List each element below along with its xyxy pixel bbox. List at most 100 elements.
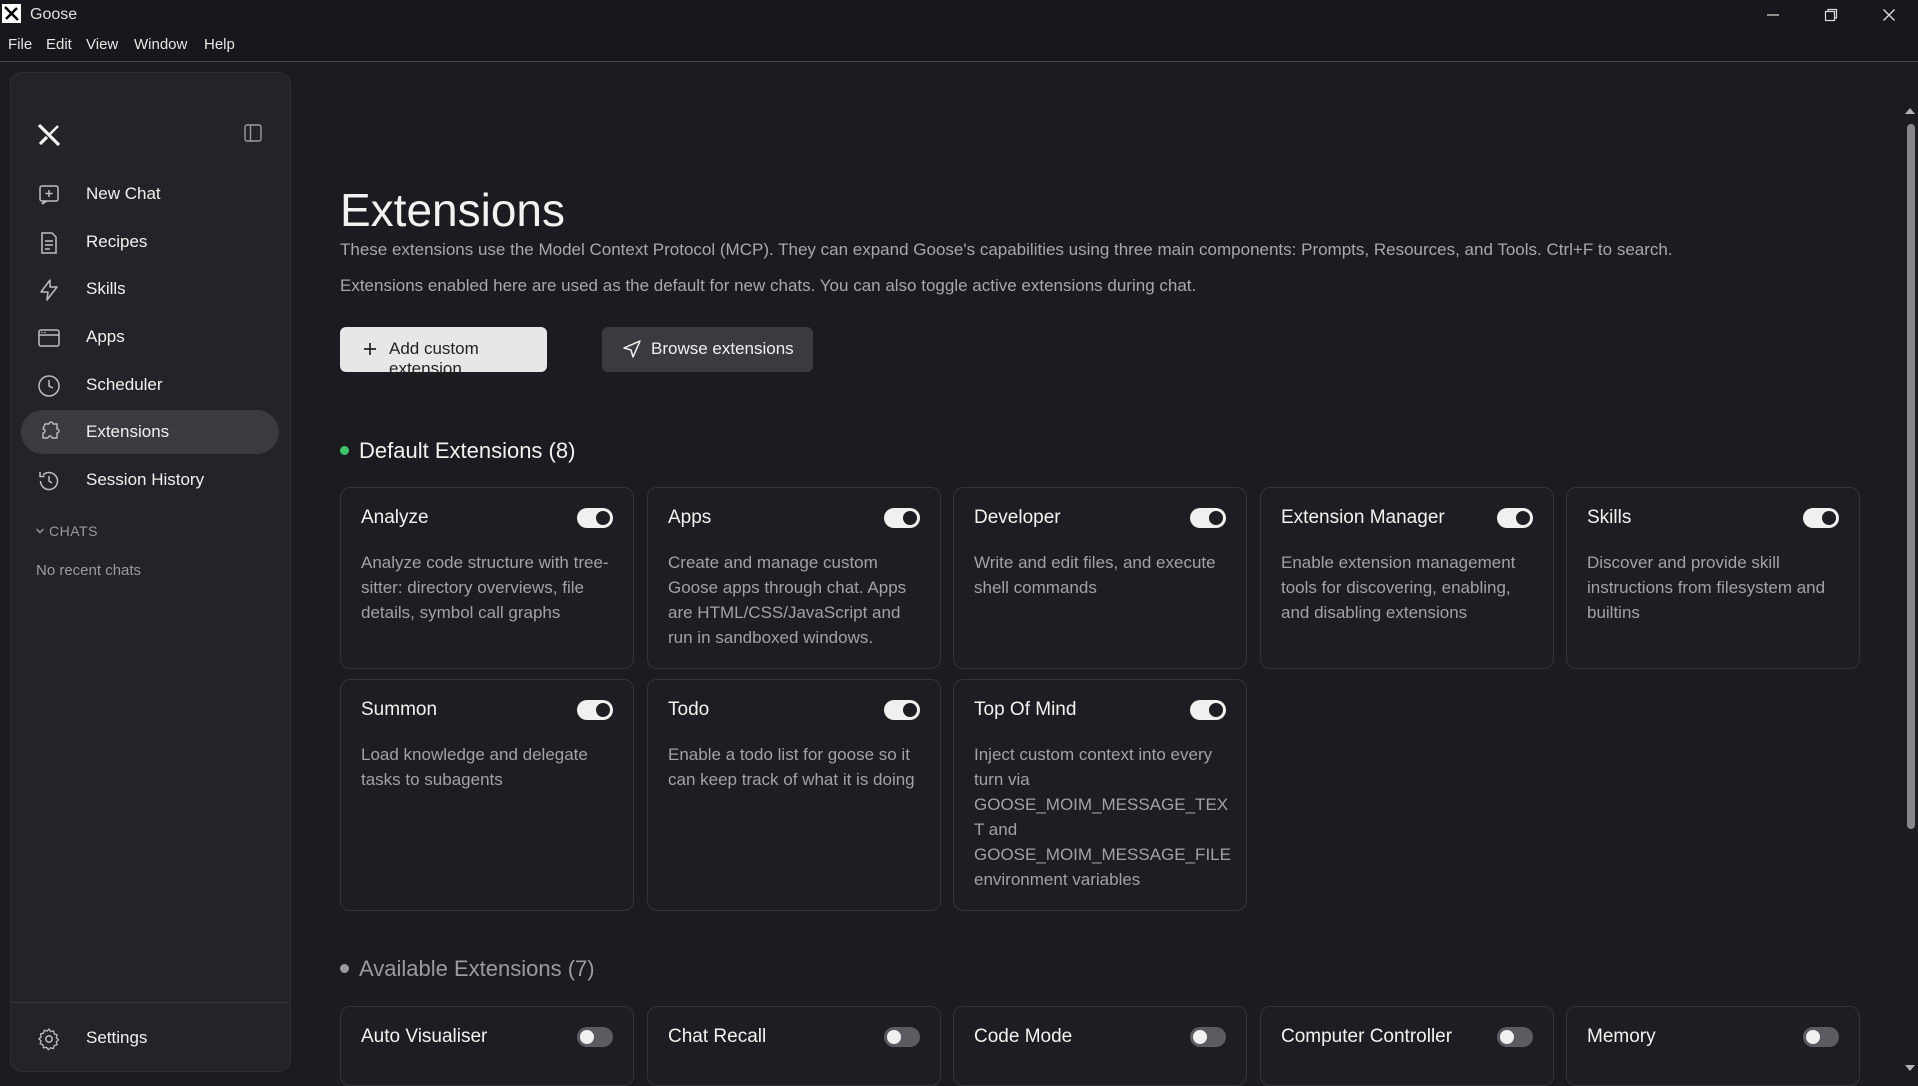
toggle-knob	[1822, 511, 1836, 525]
extension-description: Enable a todo list for goose so it can k…	[668, 745, 915, 789]
extension-toggle-todo[interactable]	[884, 700, 920, 720]
extension-toggle-auto-visualiser[interactable]	[577, 1027, 613, 1047]
apps-icon	[38, 329, 60, 347]
goose-logo-icon[interactable]	[35, 121, 63, 149]
maximize-button[interactable]	[1802, 0, 1860, 30]
extension-card-analyze: Analyze Analyze code structure with tree-…	[340, 487, 634, 669]
sidebar-item-recipes[interactable]: Recipes	[21, 220, 279, 264]
history-icon	[39, 471, 59, 491]
page-title: Extensions	[340, 184, 566, 236]
extension-name: Apps	[668, 507, 712, 528]
extension-toggle-developer[interactable]	[1190, 508, 1226, 528]
menu-help[interactable]: Help	[204, 36, 235, 53]
extension-name: Developer	[974, 507, 1061, 528]
browse-button-label: Browse extensions	[651, 339, 794, 358]
menu-bar: File Edit View Window Help	[0, 30, 1918, 62]
clock-icon	[38, 375, 60, 397]
toggle-knob	[596, 703, 610, 717]
chats-heading: CHATS	[49, 523, 98, 539]
sidebar-item-label: Settings	[86, 1028, 148, 1047]
close-button[interactable]	[1860, 0, 1918, 30]
sidebar-divider	[11, 1002, 290, 1003]
menu-view[interactable]: View	[86, 36, 118, 53]
recipes-icon	[41, 232, 57, 254]
menu-window[interactable]: Window	[134, 36, 187, 53]
extension-name: Todo	[668, 699, 710, 720]
add-button-label: Add custom extension	[389, 339, 479, 378]
sidebar-item-skills[interactable]: Skills	[21, 267, 279, 311]
sidebar-item-label: Scheduler	[86, 375, 163, 394]
extension-toggle-top-of-mind[interactable]	[1190, 700, 1226, 720]
new-chat-icon	[39, 185, 59, 205]
sidebar-item-new-chat[interactable]: New Chat	[21, 172, 279, 216]
page-description-1: These extensions use the Model Context P…	[340, 240, 1673, 259]
extension-toggle-skills[interactable]	[1803, 508, 1839, 528]
extension-description: Inject custom context into every turn vi…	[974, 745, 1231, 889]
section-title: Default Extensions (8)	[359, 438, 576, 463]
menu-edit[interactable]: Edit	[46, 36, 72, 53]
extension-name: Chat Recall	[668, 1026, 767, 1047]
sidebar-item-label: Session History	[86, 470, 205, 489]
scroll-down-arrow-icon[interactable]	[1904, 1062, 1916, 1074]
toggle-knob	[1193, 1030, 1207, 1044]
extension-card-computer-controller: Computer Controller	[1260, 1006, 1554, 1086]
sidebar-item-label: Extensions	[86, 422, 170, 441]
minimize-button[interactable]	[1744, 0, 1802, 30]
goose-app-icon	[2, 4, 21, 23]
sidebar-item-apps[interactable]: Apps	[21, 315, 279, 359]
sidebar-item-scheduler[interactable]: Scheduler	[21, 363, 279, 407]
extension-name: Auto Visualiser	[361, 1026, 488, 1047]
sidebar-item-label: New Chat	[86, 184, 161, 203]
extension-card-top-of-mind: Top Of Mind Inject custom context into ev…	[953, 679, 1247, 911]
extension-toggle-chat-recall[interactable]	[884, 1027, 920, 1047]
extension-name: Code Mode	[974, 1026, 1073, 1047]
extension-card-chat-recall: Chat Recall	[647, 1006, 941, 1086]
available-extensions-heading: Available Extensions (7)	[340, 956, 595, 982]
sidebar-item-label: Skills	[86, 279, 126, 298]
extension-description: Create and manage custom Goose apps thro…	[668, 553, 907, 647]
extension-toggle-summon[interactable]	[577, 700, 613, 720]
add-custom-extension-button[interactable]: Add custom extension	[340, 327, 547, 378]
sidebar-item-settings[interactable]: Settings	[21, 1016, 279, 1060]
extension-description: Discover and provide skill instructions …	[1587, 553, 1826, 622]
enabled-dot-icon	[340, 445, 349, 455]
extension-toggle-memory[interactable]	[1803, 1027, 1839, 1047]
chats-section-toggle[interactable]: CHATS	[35, 523, 98, 539]
extension-card-extension-manager: Extension Manager Enable extension manage…	[1260, 487, 1554, 669]
extension-description: Write and edit files, and execute shell …	[974, 553, 1216, 597]
sidebar-toggle-icon[interactable]	[243, 123, 263, 143]
scrollbar-thumb[interactable]	[1907, 124, 1915, 829]
extension-card-code-mode: Code Mode	[953, 1006, 1247, 1086]
menu-file[interactable]: File	[8, 36, 32, 53]
plus-icon	[364, 343, 376, 355]
title-bar: Goose	[0, 0, 1918, 30]
toggle-knob	[1516, 511, 1530, 525]
extension-card-apps: Apps Create and manage custom Goose apps …	[647, 487, 941, 669]
toggle-knob	[1209, 703, 1223, 717]
toggle-knob	[903, 703, 917, 717]
browse-extensions-button[interactable]: Browse extensions	[602, 327, 813, 372]
close-icon	[1883, 9, 1895, 21]
puzzle-icon	[42, 421, 60, 439]
sidebar-item-label: Recipes	[86, 232, 148, 251]
sidebar-item-extensions[interactable]: Extensions	[21, 410, 279, 454]
extension-card-developer: Developer Write and edit files, and execu…	[953, 487, 1247, 669]
extension-card-auto-visualiser: Auto Visualiser	[340, 1006, 634, 1086]
extension-toggle-computer-controller[interactable]	[1497, 1027, 1533, 1047]
extension-card-summon: Summon Load knowledge and delegate tasks …	[340, 679, 634, 911]
extension-name: Top Of Mind	[974, 699, 1077, 720]
extension-description: Load knowledge and delegate tasks to sub…	[361, 745, 588, 789]
extension-description: Analyze code structure with tree-sitter:…	[361, 553, 609, 622]
extension-name: Memory	[1587, 1026, 1656, 1047]
extension-toggle-extension-manager[interactable]	[1497, 508, 1533, 528]
page-description-2: Extensions enabled here are used as the …	[340, 276, 1197, 295]
sidebar: New Chat Recipes Skills Apps Scheduler E…	[10, 72, 291, 1072]
extension-toggle-analyze[interactable]	[577, 508, 613, 528]
extension-name: Summon	[361, 699, 438, 720]
extension-toggle-apps[interactable]	[884, 508, 920, 528]
extension-toggle-code-mode[interactable]	[1190, 1027, 1226, 1047]
toggle-knob	[596, 511, 610, 525]
sidebar-item-session-history[interactable]: Session History	[21, 458, 279, 502]
scroll-up-arrow-icon[interactable]	[1904, 105, 1916, 117]
toggle-knob	[1209, 511, 1223, 525]
